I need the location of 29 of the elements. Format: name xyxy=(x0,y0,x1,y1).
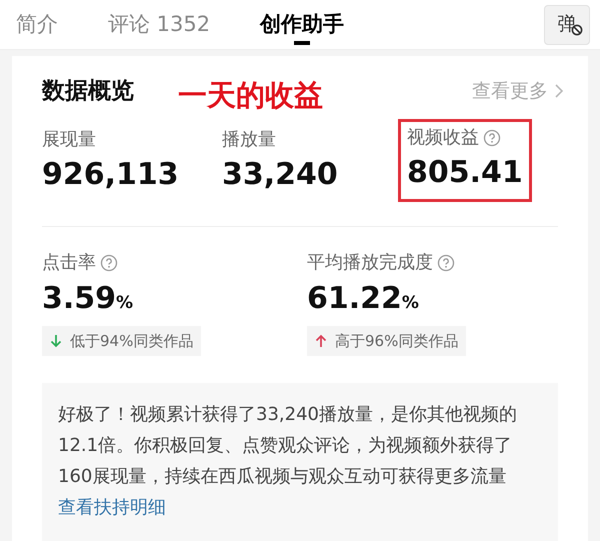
percent-unit: % xyxy=(402,292,419,315)
down-arrow-icon xyxy=(50,334,62,348)
help-icon[interactable] xyxy=(100,254,118,272)
card-title: 数据概览 xyxy=(42,76,134,106)
chevron-right-icon xyxy=(554,83,564,99)
metric-value: 805.41 xyxy=(407,154,523,192)
metric-label: 视频收益 xyxy=(407,126,479,150)
danmaku-button[interactable]: 弹 xyxy=(544,4,590,44)
tab-indicator xyxy=(294,41,310,45)
metric-value: 61.22 xyxy=(307,280,402,318)
metric-value: 3.59 xyxy=(42,280,116,318)
metric-label: 展现量 xyxy=(42,128,96,152)
comparison-text: 高于96%同类作品 xyxy=(335,330,458,352)
message-text: 好极了！视频累计获得了33,240播放量，是你其他视频的12.1倍。你积极回复、点赞观众评论，为视频额外获得了160展现量，持续在西瓜视频与观众互动可获得更多流量 xyxy=(58,403,518,489)
metric-label: 播放量 xyxy=(222,128,276,152)
tab[interactable]: 简介 xyxy=(16,0,58,49)
help-icon[interactable] xyxy=(483,128,501,146)
metric-label: 平均播放完成度 xyxy=(307,251,433,275)
metric-label: 点击率 xyxy=(42,251,96,275)
help-icon[interactable] xyxy=(437,254,455,272)
annotation: 一天的收益 xyxy=(178,77,323,114)
metric-value: 926,113 xyxy=(42,156,180,194)
tab[interactable]: 创作助手 xyxy=(260,0,344,49)
support-details-link[interactable]: 查看扶持明细 xyxy=(58,492,166,523)
metric-value: 33,240 xyxy=(222,156,339,194)
tab[interactable]: 评论 1352 xyxy=(108,0,210,49)
percent-unit: % xyxy=(116,292,134,315)
up-arrow-icon xyxy=(315,334,327,348)
comparison-text: 低于94%同类作品 xyxy=(70,330,194,352)
